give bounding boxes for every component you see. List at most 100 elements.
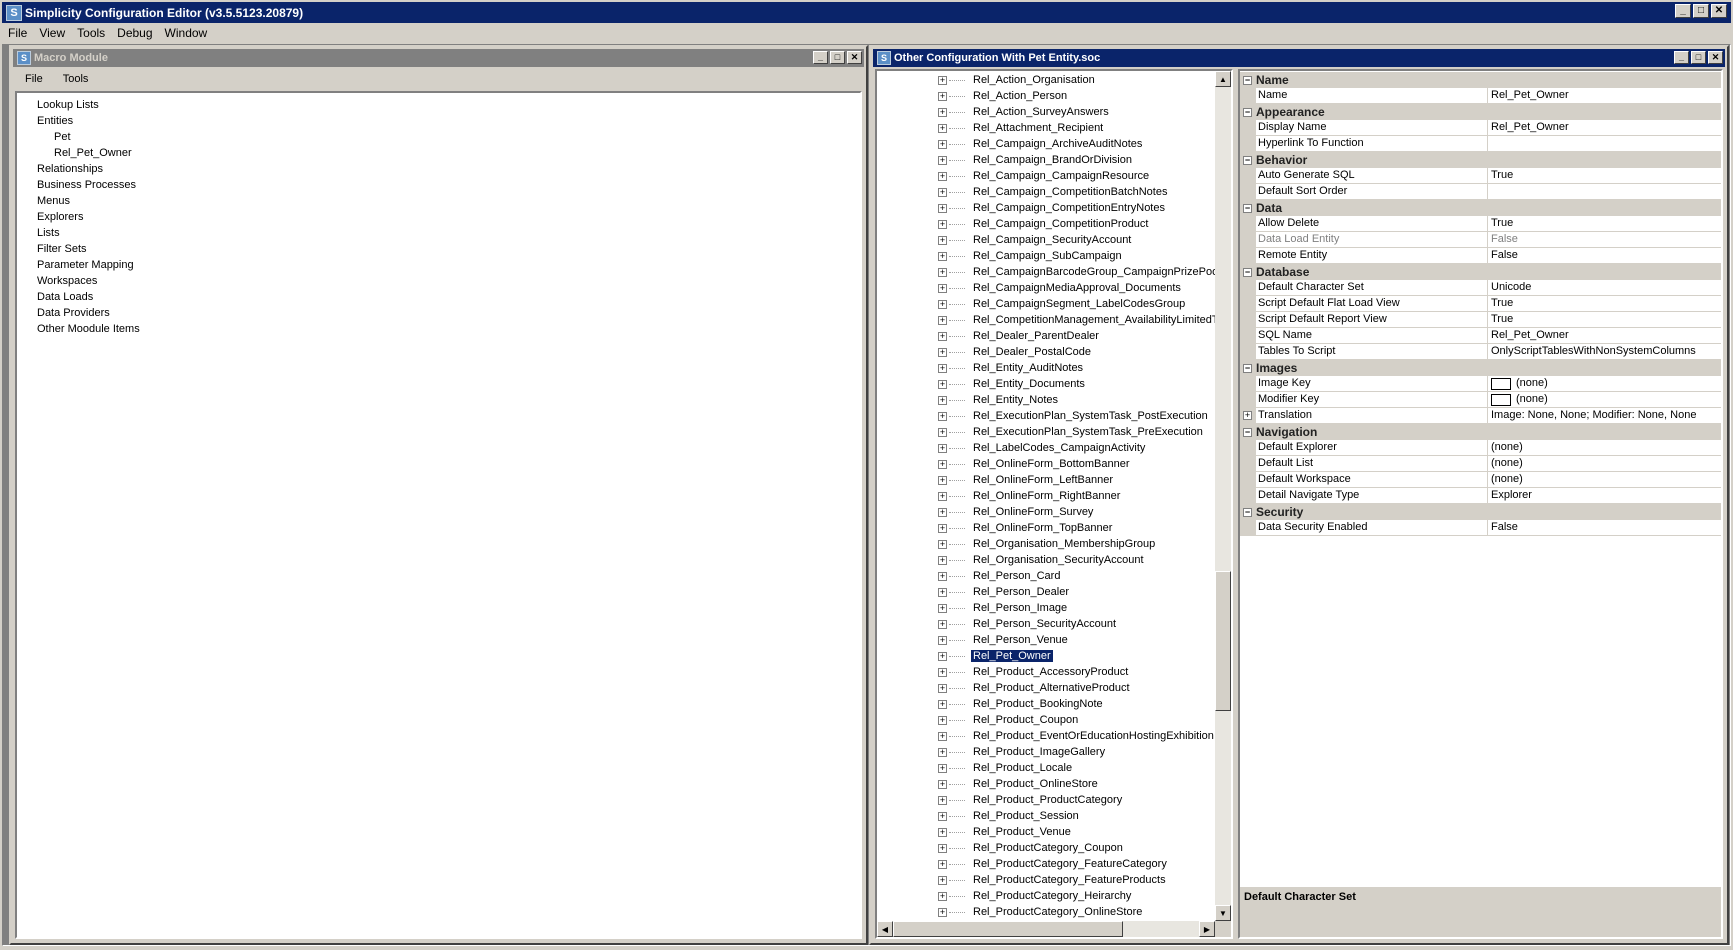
expand-plus-icon[interactable]: + (938, 667, 947, 677)
expand-plus-icon[interactable]: + (938, 651, 947, 661)
menu-file[interactable]: File (2, 26, 33, 40)
relationship-label[interactable]: Rel_OnlineForm_Survey (971, 506, 1095, 518)
relationship-label[interactable]: Rel_Person_Dealer (971, 586, 1071, 598)
relationship-row[interactable]: + Rel_Dealer_PostalCode (877, 344, 1215, 360)
relationship-row[interactable]: + Rel_ProductCategory_Heirarchy (877, 888, 1215, 904)
property-value[interactable]: Explorer (1488, 488, 1721, 504)
expand-plus-icon[interactable]: + (938, 795, 947, 805)
expand-plus-icon[interactable]: + (938, 587, 947, 597)
expand-plus-icon[interactable]: + (938, 475, 947, 485)
tree-horizontal-scroll-thumb[interactable] (893, 921, 1123, 937)
property-row[interactable]: Data Security Enabled False (1240, 519, 1721, 536)
relationship-label[interactable]: Rel_OnlineForm_BottomBanner (971, 458, 1132, 470)
relationship-label[interactable]: Rel_Product_AccessoryProduct (971, 666, 1130, 678)
relationship-row[interactable]: + Rel_Person_Dealer (877, 584, 1215, 600)
collapse-minus-icon[interactable]: − (1243, 427, 1252, 437)
relationship-row[interactable]: + Rel_Product_ProductCategory (877, 792, 1215, 808)
relationship-row[interactable]: + Rel_Pet_Owner (877, 648, 1215, 664)
relationship-row[interactable]: + Rel_Product_BookingNote (877, 696, 1215, 712)
scroll-down-arrow-icon[interactable]: ▼ (1215, 905, 1231, 921)
relationship-row[interactable]: + Rel_LabelCodes_CampaignActivity (877, 440, 1215, 456)
property-category[interactable]: − Appearance (1240, 104, 1721, 120)
property-value[interactable]: OnlyScriptTablesWithNonSystemColumns (1488, 344, 1721, 360)
relationship-label[interactable]: Rel_Product_Session (971, 810, 1081, 822)
relationship-row[interactable]: + Rel_Campaign_SecurityAccount (877, 232, 1215, 248)
relationship-label[interactable]: Rel_CampaignMediaApproval_Documents (971, 282, 1183, 294)
relationship-row[interactable]: + Rel_CampaignSegment_LabelCodesGroup (877, 296, 1215, 312)
relationship-row[interactable]: + Rel_Campaign_CompetitionProduct (877, 216, 1215, 232)
relationship-row[interactable]: + Rel_Product_ImageGallery (877, 744, 1215, 760)
relationship-row[interactable]: + Rel_OnlineForm_RightBanner (877, 488, 1215, 504)
maximize-button[interactable]: □ (1693, 4, 1709, 18)
expand-plus-icon[interactable]: + (938, 107, 947, 117)
property-row[interactable]: Auto Generate SQL True (1240, 167, 1721, 184)
relationship-row[interactable]: + Rel_OnlineForm_TopBanner (877, 520, 1215, 536)
property-value[interactable]: False (1488, 520, 1721, 536)
property-value[interactable]: True (1488, 168, 1721, 184)
expand-plus-icon[interactable]: + (938, 907, 947, 917)
relationship-label[interactable]: Rel_Campaign_SubCampaign (971, 250, 1124, 262)
property-row[interactable]: SQL Name Rel_Pet_Owner (1240, 327, 1721, 344)
property-value[interactable]: (none) (1488, 376, 1721, 392)
relationship-label[interactable]: Rel_ProductCategory_Heirarchy (971, 890, 1133, 902)
expand-plus-icon[interactable]: + (938, 203, 947, 213)
relationship-row[interactable]: + Rel_Dealer_ParentDealer (877, 328, 1215, 344)
relationship-label[interactable]: Rel_OnlineForm_RightBanner (971, 490, 1122, 502)
relationship-label[interactable]: Rel_Campaign_BrandOrDivision (971, 154, 1134, 166)
expand-plus-icon[interactable]: + (938, 75, 947, 85)
expand-plus-icon[interactable]: + (938, 395, 947, 405)
relationship-row[interactable]: + Rel_Entity_Notes (877, 392, 1215, 408)
macro-tree-node[interactable]: Lists (17, 225, 860, 241)
macro-tree-node[interactable]: Other Moodule Items (17, 321, 860, 337)
relationship-row[interactable]: + Rel_Person_Image (877, 600, 1215, 616)
property-row[interactable]: + Translation Image: None, None; Modifier:… (1240, 407, 1721, 424)
relationship-row[interactable]: + Rel_Organisation_SecurityAccount (877, 552, 1215, 568)
expand-plus-icon[interactable]: + (938, 859, 947, 869)
property-row[interactable]: Default List (none) (1240, 455, 1721, 472)
expand-plus-icon[interactable]: + (938, 603, 947, 613)
expand-plus-icon[interactable]: + (938, 811, 947, 821)
property-value[interactable]: (none) (1488, 472, 1721, 488)
expand-plus-icon[interactable]: + (938, 443, 947, 453)
relationship-row[interactable]: + Rel_Person_Venue (877, 632, 1215, 648)
expand-plus-icon[interactable]: + (938, 347, 947, 357)
macro-minimize-button[interactable]: _ (813, 51, 828, 64)
expand-plus-icon[interactable]: + (938, 315, 947, 325)
relationship-label[interactable]: Rel_Organisation_SecurityAccount (971, 554, 1146, 566)
macro-tree-node[interactable]: Parameter Mapping (17, 257, 860, 273)
relationship-label[interactable]: Rel_Product_OnlineStore (971, 778, 1100, 790)
relationship-label[interactable]: Rel_ExecutionPlan_SystemTask_PostExecuti… (971, 410, 1210, 422)
expand-plus-icon[interactable]: + (938, 123, 947, 133)
relationship-label[interactable]: Rel_ProductCategory_FeatureProducts (971, 874, 1168, 886)
relationship-label[interactable]: Rel_Campaign_CampaignResource (971, 170, 1151, 182)
expand-plus-icon[interactable]: + (938, 219, 947, 229)
property-value[interactable]: True (1488, 296, 1721, 312)
expand-plus-icon[interactable]: + (938, 427, 947, 437)
relationship-row[interactable]: + Rel_CampaignBarcodeGroup_CampaignPrizeP… (877, 264, 1221, 280)
macro-tree-node[interactable]: Relationships (17, 161, 860, 177)
property-value[interactable]: False (1488, 232, 1721, 248)
expand-plus-icon[interactable]: + (938, 251, 947, 261)
relationship-row[interactable]: + Rel_Product_Coupon (877, 712, 1215, 728)
expand-plus-icon[interactable]: + (938, 411, 947, 421)
tree-vertical-scroll-thumb[interactable] (1215, 571, 1231, 711)
relationship-row[interactable]: + Rel_Action_Organisation (877, 72, 1215, 88)
relationship-row[interactable]: + Rel_ProductCategory_OnlineStore (877, 904, 1215, 920)
expand-plus-icon[interactable]: + (1243, 411, 1252, 420)
relationship-row[interactable]: + Rel_ProductCategory_Coupon (877, 840, 1215, 856)
menu-window[interactable]: Window (159, 26, 214, 40)
property-value[interactable]: True (1488, 216, 1721, 232)
menu-view[interactable]: View (33, 26, 71, 40)
relationship-row[interactable]: + Rel_Entity_AuditNotes (877, 360, 1215, 376)
relationship-label[interactable]: Rel_ExecutionPlan_SystemTask_PreExecutio… (971, 426, 1205, 438)
property-row[interactable]: Remote Entity False (1240, 247, 1721, 264)
property-row[interactable]: Hyperlink To Function (1240, 135, 1721, 152)
config-close-button[interactable]: ✕ (1708, 51, 1723, 64)
property-value[interactable]: Rel_Pet_Owner (1488, 120, 1721, 136)
expand-plus-icon[interactable]: + (938, 363, 947, 373)
relationship-label[interactable]: Rel_Person_Image (971, 602, 1069, 614)
macro-window-title-bar[interactable]: S Macro Module _ □ ✕ (13, 49, 864, 67)
property-row[interactable]: Data Load Entity False (1240, 231, 1721, 248)
relationship-row[interactable]: + Rel_Action_Person (877, 88, 1215, 104)
relationship-label[interactable]: Rel_OnlineForm_TopBanner (971, 522, 1114, 534)
